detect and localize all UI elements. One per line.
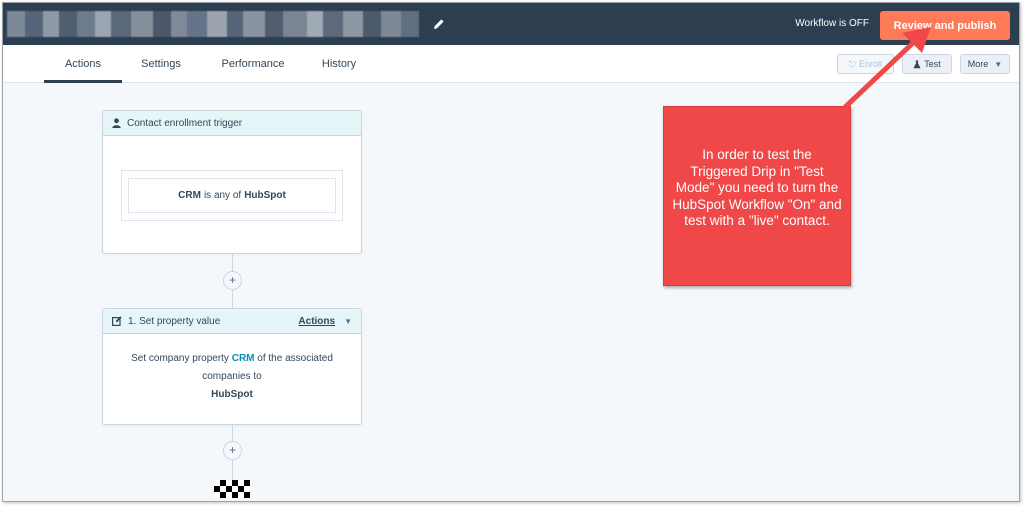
review-and-publish-button[interactable]: Review and publish bbox=[880, 11, 1010, 40]
workflow-name-redacted bbox=[7, 11, 419, 37]
action-title: 1. Set property value bbox=[128, 315, 221, 327]
trigger-filter-group: CRM is any of HubSpot bbox=[121, 170, 343, 221]
enroll-label: Enroll bbox=[859, 59, 883, 69]
tab-bar: Actions Settings Performance History ⎋ E… bbox=[3, 45, 1019, 83]
more-dropdown[interactable]: More ▼ bbox=[960, 54, 1010, 74]
tab-history[interactable]: History bbox=[313, 45, 365, 83]
trigger-filter[interactable]: CRM is any of HubSpot bbox=[128, 178, 336, 213]
end-of-workflow-flag bbox=[214, 480, 250, 498]
add-action-button[interactable]: + bbox=[223, 271, 242, 290]
flask-icon bbox=[913, 60, 921, 68]
contact-icon bbox=[112, 118, 121, 128]
app-window: Workflow is OFF Review and publish Actio… bbox=[2, 2, 1020, 502]
top-bar: Workflow is OFF Review and publish bbox=[3, 3, 1019, 45]
enroll-icon: ⎋ bbox=[848, 58, 857, 69]
connector-line bbox=[232, 460, 233, 480]
action-value: HubSpot bbox=[211, 389, 253, 400]
tab-settings[interactable]: Settings bbox=[133, 45, 189, 83]
action-actions-dropdown[interactable]: Actions bbox=[298, 316, 335, 327]
caret-down-icon: ▼ bbox=[344, 316, 352, 326]
caret-down-icon: ▼ bbox=[994, 59, 1003, 69]
tab-actions[interactable]: Actions bbox=[44, 45, 122, 83]
edit-property-icon bbox=[112, 316, 122, 326]
test-label: Test bbox=[924, 59, 941, 69]
enroll-button[interactable]: ⎋ Enroll bbox=[837, 54, 894, 74]
more-label: More bbox=[967, 59, 989, 69]
action-body-prefix: Set company property bbox=[131, 353, 229, 364]
action-description: Set company property CRM of the associat… bbox=[111, 350, 353, 404]
trigger-card-header: Contact enrollment trigger bbox=[103, 111, 361, 136]
workflow-status: Workflow is OFF bbox=[795, 18, 869, 29]
set-property-action-card[interactable]: 1. Set property value Actions ▼ Set comp… bbox=[102, 308, 362, 425]
pencil-icon[interactable] bbox=[433, 18, 445, 30]
workflow-canvas: Contact enrollment trigger CRM is any of… bbox=[3, 83, 1019, 501]
filter-property: CRM bbox=[178, 190, 201, 201]
filter-value: HubSpot bbox=[244, 190, 286, 201]
connector-line bbox=[232, 290, 233, 308]
test-button[interactable]: Test bbox=[902, 54, 952, 74]
action-property-link[interactable]: CRM bbox=[232, 353, 255, 364]
annotation-callout: In order to test the Triggered Drip in "… bbox=[663, 106, 851, 286]
action-card-header: 1. Set property value Actions ▼ bbox=[103, 309, 361, 334]
enrollment-trigger-card[interactable]: Contact enrollment trigger CRM is any of… bbox=[102, 110, 362, 254]
tab-performance[interactable]: Performance bbox=[213, 45, 293, 83]
trigger-title: Contact enrollment trigger bbox=[127, 117, 243, 129]
add-action-button[interactable]: + bbox=[223, 441, 242, 460]
filter-operator: is any of bbox=[203, 190, 242, 201]
